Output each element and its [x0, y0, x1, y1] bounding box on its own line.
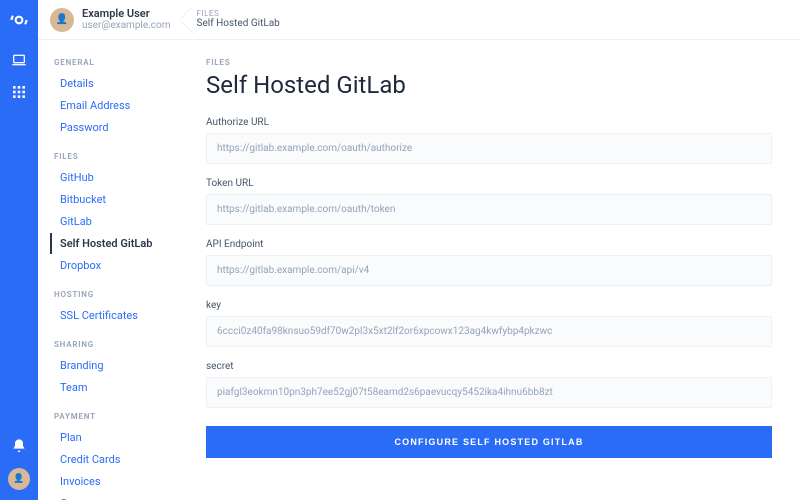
bell-icon[interactable] — [11, 438, 27, 454]
page-title: Self Hosted GitLab — [206, 71, 772, 99]
text-input[interactable] — [206, 194, 772, 225]
sidebar-item[interactable]: Invoices — [50, 471, 178, 492]
user-block: Example User user@example.com — [82, 7, 171, 32]
text-input[interactable] — [206, 255, 772, 286]
sidebar-item[interactable]: Credit Cards — [50, 449, 178, 470]
topbar: 👤 Example User user@example.com FILES Se… — [38, 0, 800, 40]
laptop-icon[interactable] — [11, 52, 27, 68]
sidebar-item[interactable]: Coupon — [50, 493, 178, 500]
text-input[interactable] — [206, 316, 772, 347]
field-label: key — [206, 300, 772, 311]
sidebar-item[interactable]: GitLab — [50, 211, 178, 232]
user-name: Example User — [82, 7, 171, 20]
rail-avatar[interactable]: 👤 — [8, 468, 30, 490]
field-label: secret — [206, 361, 772, 372]
sidebar-item[interactable]: Plan — [50, 427, 178, 448]
configure-button[interactable]: Configure Self Hosted GitLab — [206, 426, 772, 458]
sidebar-group-heading: SHARING — [54, 340, 178, 349]
sidebar-item[interactable]: Password — [50, 117, 178, 138]
sidebar-group-heading: PAYMENT — [54, 412, 178, 421]
text-input[interactable] — [206, 377, 772, 408]
content-area: FILES Self Hosted GitLab Authorize URL To… — [178, 40, 800, 500]
sidebar-item[interactable]: Team — [50, 377, 178, 398]
nav-rail: 👤 — [0, 0, 38, 500]
sidebar-item[interactable]: GitHub — [50, 167, 178, 188]
page-eyebrow: FILES — [206, 58, 772, 67]
sidebar-item[interactable]: Email Address — [50, 95, 178, 116]
user-avatar[interactable]: 👤 — [50, 8, 74, 32]
sidebar-group-heading: FILES — [54, 152, 178, 161]
field-label: Authorize URL — [206, 117, 772, 128]
sidebar-item[interactable]: Dropbox — [50, 255, 178, 276]
grid-icon[interactable] — [11, 84, 27, 100]
breadcrumb-page: Self Hosted GitLab — [197, 18, 280, 30]
field-label: API Endpoint — [206, 239, 772, 250]
text-input[interactable] — [206, 133, 772, 164]
sidebar-item[interactable]: Branding — [50, 355, 178, 376]
sidebar-group-heading: HOSTING — [54, 290, 178, 299]
app-logo-icon[interactable] — [9, 10, 29, 30]
sidebar-item[interactable]: SSL Certificates — [50, 305, 178, 326]
field-label: Token URL — [206, 178, 772, 189]
sidebar-item[interactable]: Bitbucket — [50, 189, 178, 210]
user-email: user@example.com — [82, 20, 171, 32]
sidebar-group-heading: GENERAL — [54, 58, 178, 67]
settings-sidebar: GENERAL DetailsEmail AddressPassword FILES… — [38, 40, 178, 500]
breadcrumb-section: FILES — [197, 9, 280, 19]
breadcrumb[interactable]: FILES Self Hosted GitLab — [187, 5, 294, 35]
sidebar-item[interactable]: Details — [50, 73, 178, 94]
sidebar-item[interactable]: Self Hosted GitLab — [50, 233, 178, 254]
